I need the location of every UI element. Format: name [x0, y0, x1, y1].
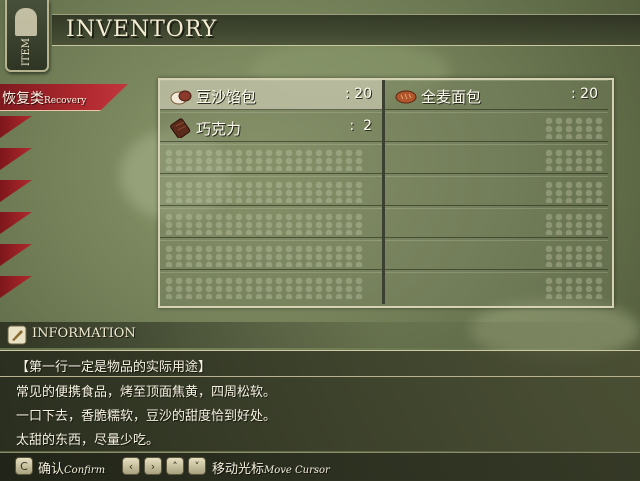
- category-tab[interactable]: [0, 244, 32, 266]
- empty-slot-pattern: [164, 213, 364, 235]
- empty-slot-pattern: [164, 149, 364, 171]
- right-arrow-key-icon: ›: [144, 457, 162, 475]
- item-slot-empty[interactable]: [385, 240, 608, 270]
- empty-slot-pattern: [164, 245, 364, 267]
- item-slot-chocolate[interactable]: 巧克力 : 2: [160, 112, 382, 142]
- empty-slot-pattern: [544, 149, 604, 171]
- empty-slot-pattern: [544, 245, 604, 267]
- information-heading: 【第一行一定是物品的实际用途】: [16, 360, 212, 375]
- item-name: 巧克力: [196, 120, 242, 138]
- category-tab[interactable]: [0, 180, 32, 202]
- information-title: INFORMATION: [32, 326, 136, 341]
- item-slot-empty[interactable]: [385, 112, 608, 142]
- bun-icon: [170, 90, 192, 105]
- information-line: 一口下去，香脆糯软，豆沙的甜度恰到好处。: [16, 409, 277, 424]
- item-menu-tag: ITEM: [5, 0, 49, 72]
- item-slot-empty[interactable]: [160, 240, 382, 270]
- empty-slot-pattern: [164, 181, 364, 203]
- information-divider: [0, 376, 640, 377]
- empty-slot-pattern: [544, 277, 604, 299]
- chocolate-icon: [170, 118, 191, 138]
- item-tag-label: ITEM: [21, 38, 32, 67]
- information-line: 常见的便携食品，烤至顶面焦黄，四周松软。: [16, 385, 277, 400]
- category-tab-label: 恢复类Recovery: [2, 91, 87, 107]
- category-tab-recovery[interactable]: 恢复类Recovery: [0, 84, 128, 111]
- category-tab[interactable]: [0, 116, 32, 138]
- item-slot-empty[interactable]: [385, 176, 608, 206]
- item-slot-bean-bun[interactable]: 豆沙馅包 : 20: [160, 80, 382, 110]
- item-name: 豆沙馅包: [196, 88, 257, 106]
- move-cursor-hint: 移动光标Move Cursor: [212, 462, 330, 477]
- item-slot-empty[interactable]: [160, 176, 382, 206]
- category-tab[interactable]: [0, 148, 32, 170]
- page-title: INVENTORY: [66, 17, 218, 42]
- quill-icon: [7, 325, 27, 345]
- item-quantity: : 20: [345, 86, 372, 102]
- empty-slot-pattern: [544, 213, 604, 235]
- bread-icon: [395, 90, 417, 104]
- tombstone-icon: [15, 8, 37, 36]
- down-arrow-key-icon: ˅: [188, 457, 206, 475]
- category-tab[interactable]: [0, 276, 32, 298]
- item-slot-empty[interactable]: [385, 144, 608, 174]
- item-slot-wholewheat-bread[interactable]: 全麦面包 : 20: [385, 80, 608, 110]
- item-quantity: : 20: [571, 86, 598, 102]
- up-arrow-key-icon: ˄: [166, 457, 184, 475]
- item-name: 全麦面包: [421, 88, 482, 106]
- confirm-key-icon: C: [15, 457, 33, 475]
- item-slot-empty[interactable]: [160, 272, 382, 302]
- confirm-hint: 确认Confirm: [38, 462, 106, 477]
- left-arrow-key-icon: ‹: [122, 457, 140, 475]
- item-slot-empty[interactable]: [385, 272, 608, 302]
- item-slot-empty[interactable]: [160, 144, 382, 174]
- empty-slot-pattern: [544, 181, 604, 203]
- information-line: 太甜的东西，尽量少吃。: [16, 433, 160, 448]
- empty-slot-pattern: [544, 117, 604, 139]
- item-slot-empty[interactable]: [160, 208, 382, 238]
- empty-slot-pattern: [164, 277, 364, 299]
- item-slot-empty[interactable]: [385, 208, 608, 238]
- grid-column-divider: [382, 80, 385, 304]
- category-tab[interactable]: [0, 212, 32, 234]
- item-quantity: : 2: [349, 118, 372, 134]
